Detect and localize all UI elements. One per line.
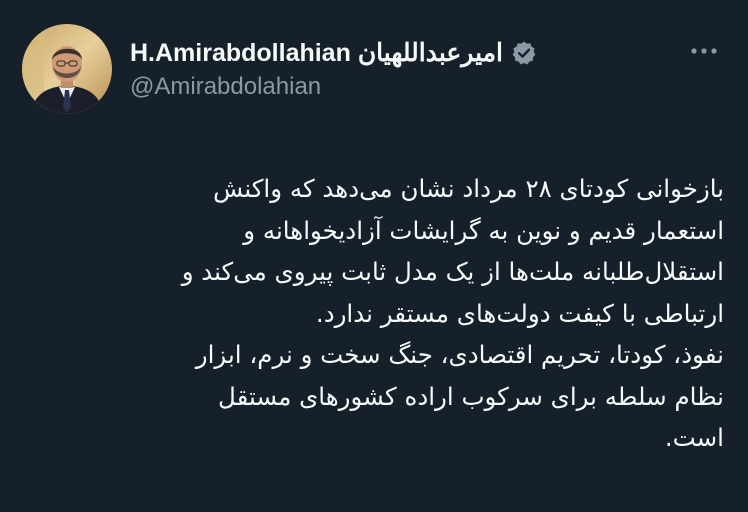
author-avatar[interactable] <box>22 24 112 114</box>
author-handle[interactable]: @Amirabdolahian <box>130 73 321 101</box>
tweet-text-line: بازخوانی کودتای ۲۸ مرداد نشان می‌دهد که … <box>213 174 724 203</box>
more-options-icon[interactable] <box>686 36 722 66</box>
tweet-card: H.Amirabdollahian امیرعبداللهیان @Amirab… <box>0 0 748 512</box>
author-display-name[interactable]: H.Amirabdollahian امیرعبداللهیان <box>130 38 503 68</box>
tweet-text-line: نظام سلطه برای سرکوب اراده کشورهای مستقل <box>218 381 724 411</box>
tweet-text-line: استعمار قدیم و نوین به گرایشات آزادیخواه… <box>243 215 724 245</box>
tweet-text: بازخوانی کودتای ۲۸ مرداد نشان می‌دهد که … <box>40 168 724 459</box>
tweet-text-line: است. <box>664 423 724 452</box>
verified-badge-icon[interactable] <box>511 40 537 66</box>
tweet-text-line: ارتباطی با کیفت دولت‌های مستقر ندارد. <box>315 298 724 328</box>
profile-photo <box>22 24 112 114</box>
tweet-text-line: استقلال‌طلبانه ملت‌ها از یک مدل ثابت پیر… <box>181 257 724 286</box>
tweet-text-line: نفوذ، کودتا، تحریم اقتصادی، جنگ سخت و نر… <box>195 340 724 369</box>
author-name-row: H.Amirabdollahian امیرعبداللهیان <box>130 36 537 70</box>
